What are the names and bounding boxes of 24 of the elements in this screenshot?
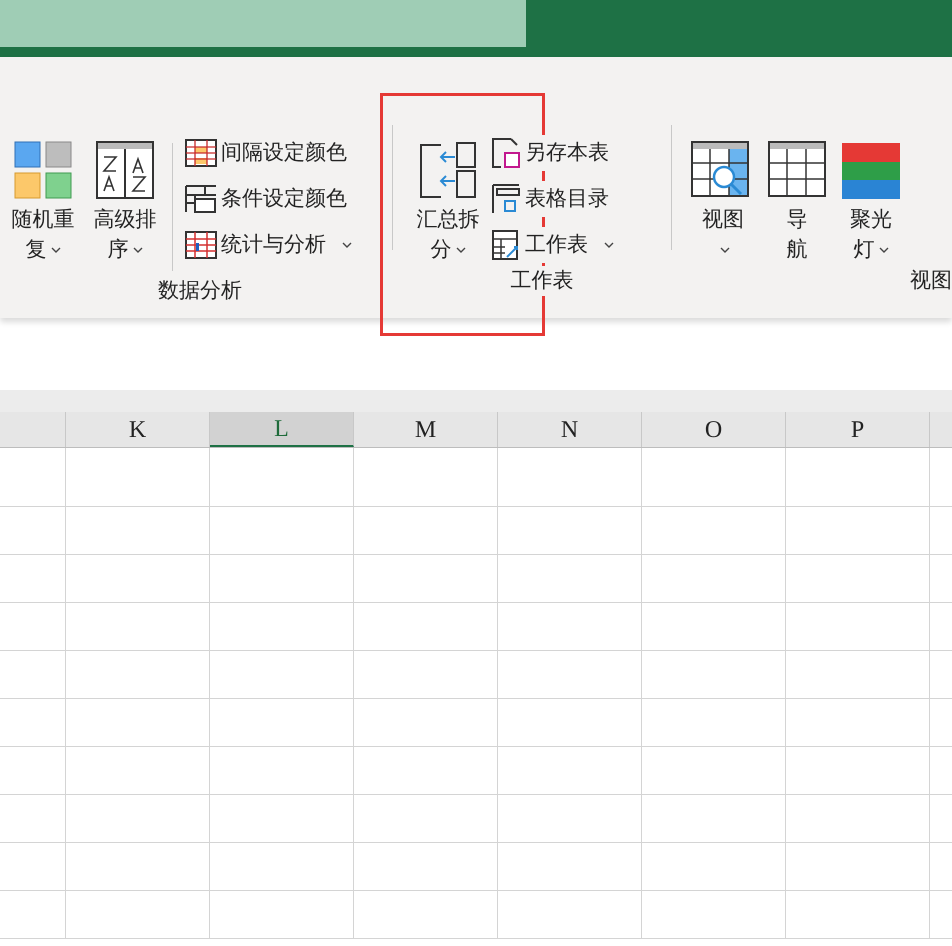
color-stripes-icon	[842, 143, 900, 199]
ribbon-small-button[interactable]: 工作表	[491, 227, 614, 263]
column-header[interactable]: N	[498, 412, 642, 447]
striped-table-icon	[185, 139, 217, 167]
ribbon-large-button[interactable]: 视图	[690, 135, 756, 265]
four-squares-icon	[14, 141, 72, 199]
table-grid-icon	[768, 141, 826, 199]
group-label: 工作表	[510, 266, 574, 296]
column-header[interactable]: L	[210, 412, 354, 447]
ribbon-large-button[interactable]: 导航	[768, 135, 826, 265]
ribbon-large-button[interactable]: 随机重复	[8, 135, 78, 265]
group-label: 视图	[910, 266, 952, 296]
column-header[interactable]: O	[642, 412, 786, 447]
grid-with-bar-icon	[185, 231, 217, 259]
ribbon-large-button[interactable]: 高级排序	[90, 135, 160, 265]
merge-split-arrows-icon	[419, 141, 477, 199]
save-sheet-icon	[491, 137, 521, 169]
table-contents-icon	[491, 183, 521, 215]
column-header[interactable]: M	[354, 412, 498, 447]
table-condition-icon	[185, 185, 217, 213]
sort-letters-icon	[96, 141, 154, 199]
ribbon-large-button[interactable]: 汇总拆分	[413, 135, 483, 265]
column-header[interactable]: P	[786, 412, 930, 447]
ribbon-large-button[interactable]: 聚光灯	[838, 135, 904, 265]
